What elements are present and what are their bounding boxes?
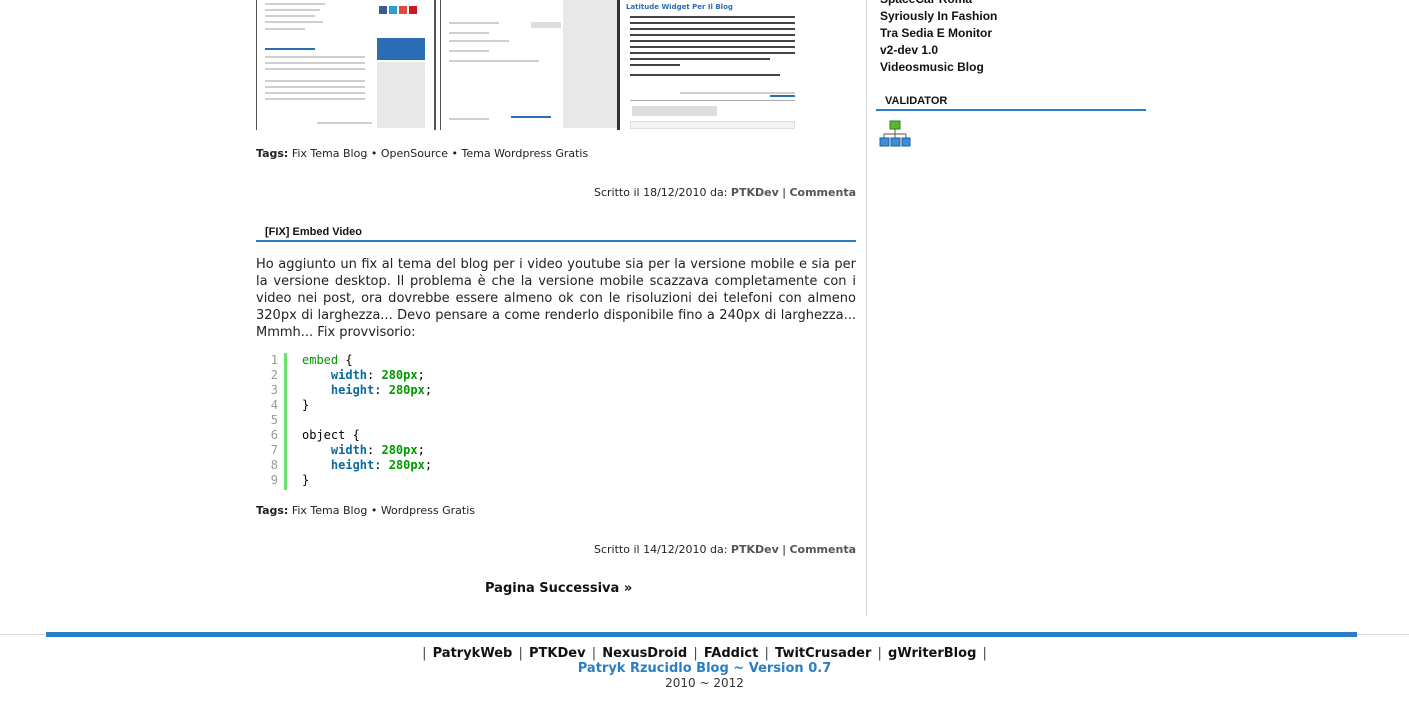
- screenshot-image[interactable]: [256, 0, 436, 130]
- blogroll-link[interactable]: Videosmusic Blog: [880, 59, 997, 76]
- blogroll-link[interactable]: Syriously In Fashion: [880, 8, 997, 25]
- screenshot-caption: Latitude Widget Per Il Blog: [626, 3, 733, 11]
- comment-link[interactable]: Commenta: [789, 543, 856, 556]
- post-tags: Tags: Fix Tema Blog • OpenSource • Tema …: [256, 147, 589, 160]
- screenshot-image[interactable]: [440, 0, 620, 130]
- code-line-numbers: 1 2 3 4 5 6 7 8 9: [270, 353, 278, 487]
- footer-link-twitcrusader[interactable]: TwitCrusader: [775, 646, 871, 661]
- footer-accent-bar: [46, 632, 1357, 637]
- footer-link-faddict[interactable]: FAddict: [704, 646, 758, 661]
- footer-link-gwriterblog[interactable]: gWriterBlog: [888, 646, 976, 661]
- blogroll-link[interactable]: Tra Sedia E Monitor: [880, 25, 997, 42]
- blogroll-link[interactable]: SpaceCar Roma: [880, 0, 997, 8]
- author-link[interactable]: PTKDev: [731, 186, 779, 199]
- sitemap-icon[interactable]: [879, 120, 911, 148]
- screenshot-image[interactable]: Latitude Widget Per Il Blog: [620, 0, 801, 130]
- next-page-link[interactable]: Pagina Successiva »: [485, 581, 632, 596]
- content-sidebar-divider: [866, 0, 867, 616]
- footer-years: 2010 ~ 2012: [665, 676, 744, 690]
- post-title[interactable]: [FIX] Embed Video: [256, 225, 856, 242]
- author-link[interactable]: PTKDev: [731, 543, 779, 556]
- footer-link-nexusdroid[interactable]: NexusDroid: [602, 646, 687, 661]
- footer-link-patrykweb[interactable]: PatrykWeb: [433, 646, 513, 661]
- validator-widget-title: VALIDATOR: [876, 94, 1146, 111]
- post-body: Ho aggiunto un fix al tema del blog per …: [256, 257, 856, 340]
- footer-credit[interactable]: Patryk Rzucidlo Blog ~ Version 0.7: [0, 661, 1409, 676]
- tag-link[interactable]: Fix Tema Blog: [292, 504, 367, 517]
- blogroll-link[interactable]: v2-dev 1.0: [880, 42, 997, 59]
- tag-link[interactable]: Fix Tema Blog: [292, 147, 367, 160]
- tag-link[interactable]: OpenSource: [381, 147, 448, 160]
- code-block: 1 2 3 4 5 6 7 8 9 embed { width: 280px; …: [256, 353, 856, 490]
- post-screenshots: Latitude Widget Per Il Blog: [256, 0, 801, 130]
- comment-link[interactable]: Commenta: [789, 186, 856, 199]
- footer-link-ptkdev[interactable]: PTKDev: [529, 646, 586, 661]
- post-tags: Tags: Fix Tema Blog • Wordpress Gratis: [256, 504, 475, 517]
- blogroll-list: SpaceCar Roma Syriously In Fashion Tra S…: [880, 0, 997, 76]
- post-byline: Scritto il 14/12/2010 da: PTKDev | Comme…: [594, 543, 856, 556]
- footer-links: | PatrykWeb | PTKDev | NexusDroid | FAdd…: [422, 646, 987, 661]
- post-byline: Scritto il 18/12/2010 da: PTKDev | Comme…: [594, 186, 856, 199]
- code-lines: embed { width: 280px; height: 280px;} ob…: [302, 353, 433, 487]
- tag-link[interactable]: Tema Wordpress Gratis: [462, 147, 589, 160]
- code-gutter-bar: [284, 353, 287, 490]
- tag-link[interactable]: Wordpress Gratis: [381, 504, 475, 517]
